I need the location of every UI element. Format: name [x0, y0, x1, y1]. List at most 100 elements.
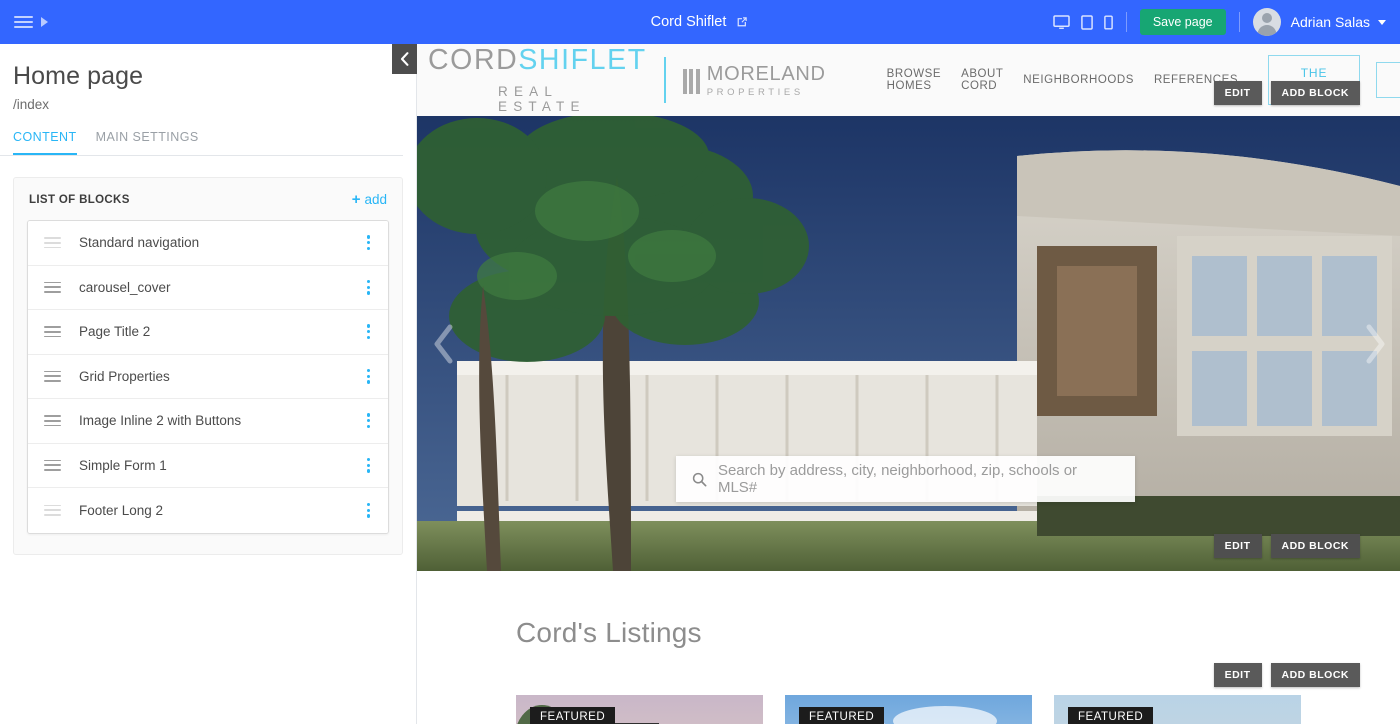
more-options-icon[interactable]: [361, 409, 376, 432]
listing-card[interactable]: FEATURED: [1054, 695, 1301, 724]
top-bar-left: [0, 16, 48, 28]
listing-card[interactable]: FEATURED: [516, 695, 763, 724]
block-controls-listings: EDIT ADD BLOCK: [1213, 663, 1360, 687]
tab-content[interactable]: CONTENT: [13, 130, 77, 155]
carousel-prev-button[interactable]: [425, 314, 463, 374]
block-label: Footer Long 2: [79, 502, 164, 518]
logo-word-shiflet: SHIFLET: [518, 44, 647, 77]
hamburger-icon[interactable]: [14, 16, 33, 28]
edit-block-button[interactable]: EDIT: [1213, 534, 1262, 558]
drag-handle-icon[interactable]: [44, 370, 61, 382]
drag-handle-icon[interactable]: [44, 326, 61, 338]
chevron-down-icon[interactable]: [1378, 19, 1386, 25]
more-options-icon[interactable]: [361, 231, 376, 254]
list-item[interactable]: Footer Long 2: [28, 488, 388, 533]
featured-badge: FEATURED: [799, 707, 885, 724]
divider: [1238, 12, 1240, 32]
hero-carousel: Search by address, city, neighborhood, z…: [417, 116, 1400, 571]
list-item[interactable]: Grid Properties: [28, 354, 388, 399]
more-options-icon[interactable]: [361, 276, 376, 299]
chevron-right-icon: [1366, 324, 1385, 363]
list-item[interactable]: Simple Form 1: [28, 443, 388, 488]
top-bar: Cord Shiflet Save page Adrian Salas: [0, 0, 1400, 44]
partner-sub: PROPERTIES: [706, 87, 804, 98]
block-label: Grid Properties: [79, 368, 170, 384]
list-item[interactable]: Standard navigation: [28, 221, 388, 266]
blocks-panel: LIST OF BLOCKS + add Standard navigation…: [13, 177, 403, 555]
nav-browse-homes[interactable]: BROWSE HOMES: [887, 68, 941, 92]
logo-wordmark: CORDSHIFLET REAL ESTATE: [428, 46, 647, 114]
drag-handle-icon[interactable]: [44, 237, 61, 249]
site-logo[interactable]: CORDSHIFLET REAL ESTATE MORELAND PROPERT…: [428, 46, 826, 114]
collapse-sidebar-button[interactable]: [392, 44, 417, 74]
blocks-panel-title: LIST OF BLOCKS: [29, 193, 130, 206]
drag-handle-icon[interactable]: [44, 415, 61, 427]
featured-badge: FEATURED: [530, 707, 616, 724]
tablet-icon[interactable]: [1081, 14, 1093, 30]
add-block-label: add: [364, 192, 387, 207]
partner-text: MORELAND PROPERTIES: [706, 64, 826, 99]
list-item[interactable]: Image Inline 2 with Buttons: [28, 399, 388, 444]
blocks-panel-header: LIST OF BLOCKS + add: [27, 192, 389, 220]
save-page-button[interactable]: Save page: [1139, 9, 1226, 35]
site-nav: BROWSE HOMES ABOUT CORD NEIGHBORHOODS RE…: [887, 68, 1238, 92]
featured-badge: FEATURED: [1068, 707, 1154, 724]
blocks-list: Standard navigation carousel_cover Page …: [27, 220, 389, 534]
drag-handle-icon[interactable]: [44, 281, 61, 293]
site-header: CORDSHIFLET REAL ESTATE MORELAND PROPERT…: [417, 44, 1400, 116]
carousel-next-button[interactable]: [1356, 314, 1394, 374]
hero-image: [417, 116, 1400, 571]
block-label: Simple Form 1: [79, 457, 167, 473]
property-search-bar[interactable]: Search by address, city, neighborhood, z…: [676, 456, 1135, 502]
edit-block-button[interactable]: EDIT: [1213, 663, 1262, 687]
search-input-placeholder[interactable]: Search by address, city, neighborhood, z…: [718, 462, 1119, 496]
device-preview-group: [1053, 14, 1113, 30]
more-options-icon[interactable]: [361, 454, 376, 477]
nav-neighborhoods[interactable]: NEIGHBORHOODS: [1023, 74, 1134, 86]
external-link-icon[interactable]: [735, 15, 749, 29]
user-menu-label[interactable]: Adrian Salas: [1291, 14, 1370, 30]
top-bar-right: Save page Adrian Salas: [1053, 8, 1400, 36]
list-item[interactable]: Page Title 2: [28, 310, 388, 355]
chevron-left-icon: [434, 324, 453, 363]
add-block-button[interactable]: ADD BLOCK: [1270, 663, 1360, 687]
block-controls-hero: EDIT ADD BLOCK: [1213, 534, 1360, 558]
more-options-icon[interactable]: [361, 499, 376, 522]
block-label: carousel_cover: [79, 279, 171, 295]
logo-divider: [663, 57, 666, 103]
listings-heading: Cord's Listings: [516, 617, 702, 648]
site-title: Cord Shiflet: [650, 14, 727, 30]
tab-main-settings[interactable]: MAIN SETTINGS: [96, 130, 199, 155]
more-options-icon[interactable]: [361, 365, 376, 388]
mobile-icon[interactable]: [1104, 14, 1113, 30]
block-label: Image Inline 2 with Buttons: [79, 413, 242, 429]
editor-sidebar: Home page /index CONTENT MAIN SETTINGS L…: [0, 44, 417, 724]
nav-about-cord[interactable]: ABOUT CORD: [961, 68, 1003, 92]
add-block-button[interactable]: ADD BLOCK: [1270, 534, 1360, 558]
search-icon: [692, 472, 707, 487]
chevron-left-icon: [400, 52, 409, 66]
avatar[interactable]: [1252, 8, 1281, 36]
block-controls-navigation: EDIT ADD BLOCK: [1213, 81, 1360, 105]
logo-word-cord: CORD: [428, 44, 519, 77]
desktop-icon[interactable]: [1053, 14, 1070, 30]
block-label: Page Title 2: [79, 324, 151, 340]
edit-block-button[interactable]: EDIT: [1213, 81, 1262, 105]
site-preview: CORDSHIFLET REAL ESTATE MORELAND PROPERT…: [417, 44, 1400, 724]
page-title: Home page: [13, 62, 144, 90]
more-options-icon[interactable]: [361, 320, 376, 343]
add-block-link[interactable]: + add: [352, 192, 387, 207]
plus-icon: +: [351, 191, 361, 208]
listing-card[interactable]: FEATURED: [785, 695, 1032, 724]
triangle-right-icon[interactable]: [41, 17, 48, 27]
logo-main-text: CORDSHIFLET: [428, 46, 647, 75]
listings-section: Cord's Listings FEATURED FEATURED FEATUR…: [417, 571, 1400, 724]
add-block-button[interactable]: ADD BLOCK: [1270, 81, 1360, 105]
logo-tagline: REAL ESTATE: [498, 83, 586, 114]
drag-handle-icon[interactable]: [44, 504, 61, 516]
list-item[interactable]: carousel_cover: [28, 265, 388, 310]
login-button[interactable]: LOGIN: [1376, 62, 1400, 98]
drag-handle-icon[interactable]: [44, 459, 61, 471]
partner-logo: MORELAND PROPERTIES: [682, 64, 826, 99]
block-label: Standard navigation: [79, 235, 200, 251]
